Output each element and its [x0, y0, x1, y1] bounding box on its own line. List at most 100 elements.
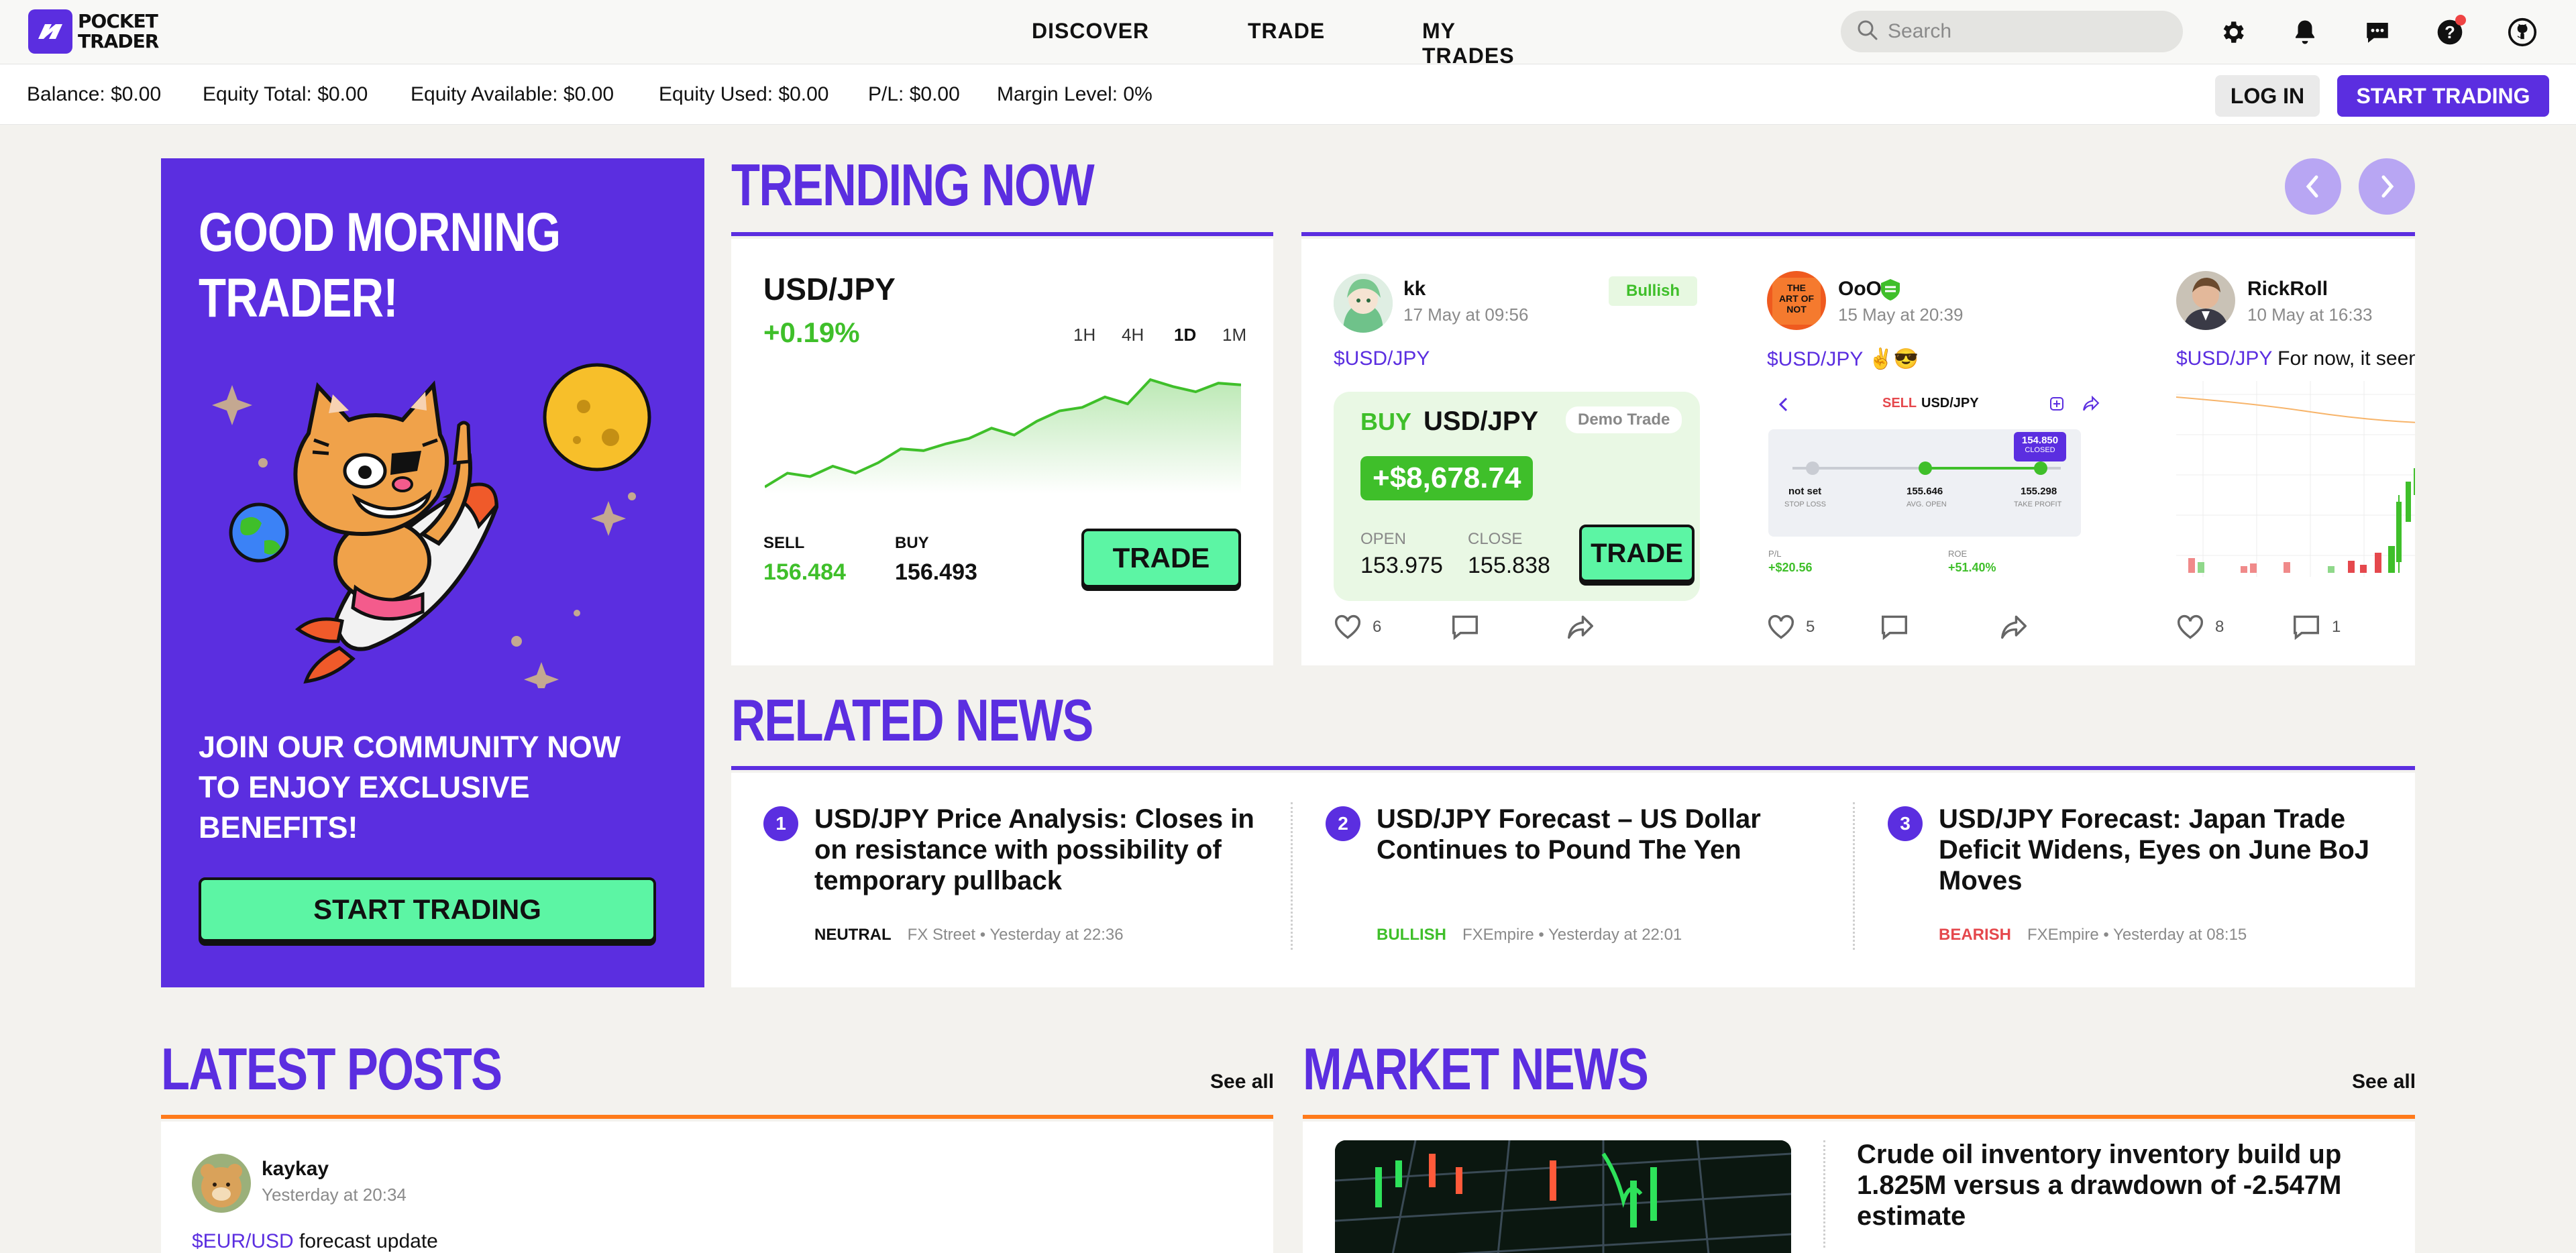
trending-rule-left: [731, 232, 1273, 236]
stop-loss-label: STOP LOSS: [1784, 500, 1826, 508]
timeframe-1m[interactable]: 1M: [1222, 325, 1246, 345]
chevron-left-icon: [1778, 397, 1788, 412]
market-news-headline[interactable]: Crude oil inventory inventory build up 1…: [1857, 1139, 2367, 1232]
share-icon: [1568, 615, 1593, 639]
trade-profit: +$8,678.74: [1360, 456, 1534, 500]
github-icon[interactable]: [2506, 16, 2538, 48]
news-source: FXEmpire • Yesterday at 08:15: [2027, 926, 2247, 944]
pair-change: +0.19%: [763, 317, 860, 348]
trending-post-card[interactable]: THE ART OF NOT OoO 15 May at 20:39 $USD/JP…: [1731, 239, 2140, 665]
like-count: 6: [1373, 618, 1382, 636]
carousel-next-button[interactable]: [2359, 158, 2415, 215]
latest-posts-see-all-link[interactable]: See all: [1210, 1071, 1274, 1093]
like-button[interactable]: 5: [1767, 614, 1815, 640]
share-icon: [2001, 615, 2027, 639]
margin-level-stat: Margin Level: 0%: [997, 83, 1152, 105]
pl-stat: P/L: $0.00: [868, 83, 960, 105]
take-profit-value: 155.298: [2021, 486, 2057, 497]
avatar: THE ART OF NOT: [1767, 271, 1826, 330]
post-ticker-tag[interactable]: $USD/JPY For now, it seem: [2176, 347, 2415, 370]
account-bar: Balance: $0.00 Equity Total: $0.00 Equit…: [0, 64, 2576, 125]
trending-post-card[interactable]: kk 17 May at 09:56 Bullish $USD/JPY BUY …: [1301, 239, 1731, 665]
heart-icon: [2177, 614, 2204, 639]
sparkline-area: [765, 380, 1241, 494]
svg-text:ART OF: ART OF: [1779, 293, 1815, 304]
balance-stat: Balance: $0.00: [27, 83, 162, 105]
like-button[interactable]: 6: [1334, 614, 1381, 640]
news-source: FXEmpire • Yesterday at 22:01: [1462, 926, 1682, 944]
news-divider: [1853, 802, 1855, 950]
trade-preview-image[interactable]: SELL USD/JPY 154.850 CLOSED not set STOP…: [1767, 385, 2113, 573]
tiger-rocket-illustration: [212, 363, 651, 688]
help-icon[interactable]: ?: [2434, 15, 2466, 48]
post-username[interactable]: kk: [1403, 278, 1426, 301]
sell-label: SELL: [763, 534, 805, 552]
search-box[interactable]: [1841, 11, 2183, 52]
demo-trade-card[interactable]: BUY USD/JPY Demo Trade +$8,678.74 OPEN 1…: [1334, 392, 1700, 601]
svg-text:THE: THE: [1787, 282, 1806, 293]
comment-button[interactable]: [1880, 614, 1909, 640]
news-sentiment: BEARISH: [1939, 926, 2012, 944]
news-title[interactable]: USD/JPY Price Analysis: Closes in on res…: [814, 804, 1277, 896]
avatar: [192, 1154, 251, 1213]
timeframe-1h[interactable]: 1H: [1073, 325, 1095, 345]
comment-count: 1: [2332, 618, 2341, 636]
pair-trade-button[interactable]: TRADE: [1081, 529, 1241, 588]
chat-icon[interactable]: [2361, 16, 2394, 48]
preview-levels-panel: 154.850 CLOSED not set STOP LOSS 155.646…: [1768, 429, 2081, 537]
sell-price: 156.484: [763, 559, 846, 585]
bell-icon[interactable]: [2289, 16, 2321, 48]
related-news-rule: [731, 766, 2415, 770]
market-news-thumbnail[interactable]: [1335, 1140, 1791, 1253]
news-title[interactable]: USD/JPY Forecast – US Dollar Continues t…: [1377, 804, 1839, 865]
carousel-prev-button[interactable]: [2285, 158, 2341, 215]
login-button[interactable]: LOG IN: [2215, 75, 2320, 117]
like-button[interactable]: 8: [2176, 614, 2224, 640]
latest-posts-title: LATEST POSTS: [161, 1036, 502, 1102]
post-username[interactable]: kaykay: [262, 1158, 329, 1181]
open-label: OPEN: [1360, 530, 1407, 548]
market-news-see-all-link[interactable]: See all: [2352, 1071, 2416, 1093]
hero-start-trading-button[interactable]: START TRADING: [199, 877, 656, 942]
logo-text: POCKET TRADER: [78, 10, 159, 52]
chevron-right-icon: [2381, 175, 2394, 198]
share-button[interactable]: [1566, 614, 1595, 640]
nav-discover[interactable]: DISCOVER: [1032, 19, 1149, 44]
comment-button[interactable]: [1450, 614, 1480, 640]
close-price: 155.838: [1468, 553, 1550, 578]
timeframe-4h[interactable]: 4H: [1122, 325, 1144, 345]
news-title[interactable]: USD/JPY Forecast: Japan Trade Deficit Wi…: [1939, 804, 2402, 896]
nav-trade[interactable]: TRADE: [1248, 19, 1325, 44]
trending-post-card[interactable]: RickRoll 10 May at 16:33 $USD/JPY For no…: [2140, 239, 2415, 665]
gear-icon[interactable]: [2216, 16, 2249, 48]
search-input[interactable]: [1888, 20, 2169, 43]
demo-trade-button[interactable]: TRADE: [1579, 525, 1695, 582]
avatar: [2176, 271, 2235, 330]
news-rank: 3: [1888, 806, 1923, 841]
sentiment-badge: Bullish: [1609, 276, 1698, 306]
comment-button[interactable]: 1: [2292, 614, 2341, 640]
post-ticker-tag[interactable]: $USD/JPY: [1334, 347, 1430, 370]
nav-my-trades[interactable]: MY TRADES: [1422, 19, 1515, 68]
logo[interactable]: POCKET TRADER: [28, 9, 159, 54]
avatar: [1334, 274, 1393, 333]
post-ticker-tag[interactable]: $EUR/USD forecast update: [192, 1230, 438, 1253]
start-trading-button[interactable]: START TRADING: [2337, 75, 2549, 117]
buy-price: 156.493: [895, 559, 977, 585]
post-date: 10 May at 16:33: [2247, 305, 2373, 325]
share-button[interactable]: [1999, 614, 2029, 640]
post-username[interactable]: OoO: [1838, 278, 1882, 301]
demo-trade-label: Demo Trade: [1566, 406, 1682, 433]
pl-label: P/L: [1768, 549, 1782, 559]
logo-mark-icon: [28, 9, 72, 54]
avg-open-value: 155.646: [1907, 486, 1943, 497]
post-ticker-tag[interactable]: $USD/JPY ✌😎: [1767, 347, 1919, 371]
timeframe-1d[interactable]: 1D: [1174, 325, 1196, 345]
post-username[interactable]: RickRoll: [2247, 278, 2328, 301]
trending-rule-right: [1301, 232, 2415, 236]
pair-card[interactable]: USD/JPY +0.19% 1H 4H 1D 1M SELL 156.484 …: [731, 239, 1273, 665]
latest-posts-rule: [161, 1115, 1273, 1119]
related-news-title: RELATED NEWS: [731, 687, 1093, 753]
news-source: FX Street • Yesterday at 22:36: [907, 926, 1124, 944]
hero-subtitle: JOIN OUR COMMUNITY NOW TO ENJOY EXCLUSIV…: [199, 730, 621, 845]
